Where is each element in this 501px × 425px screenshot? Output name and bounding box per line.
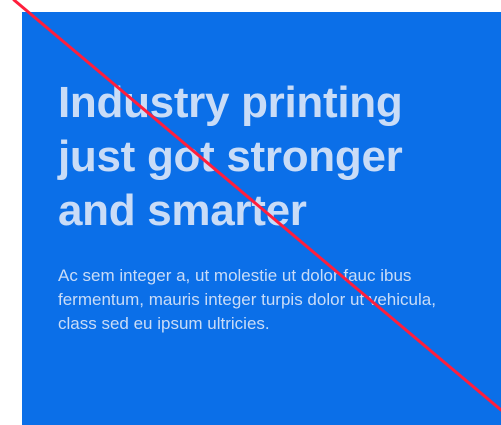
hero-card: Industry printing just got stronger and … — [22, 12, 501, 425]
hero-headline: Industry printing just got stronger and … — [58, 78, 403, 235]
page: Industry printing just got stronger and … — [0, 0, 501, 425]
hero-body-text: Ac sem integer a, ut molestie ut dolor f… — [58, 266, 436, 333]
